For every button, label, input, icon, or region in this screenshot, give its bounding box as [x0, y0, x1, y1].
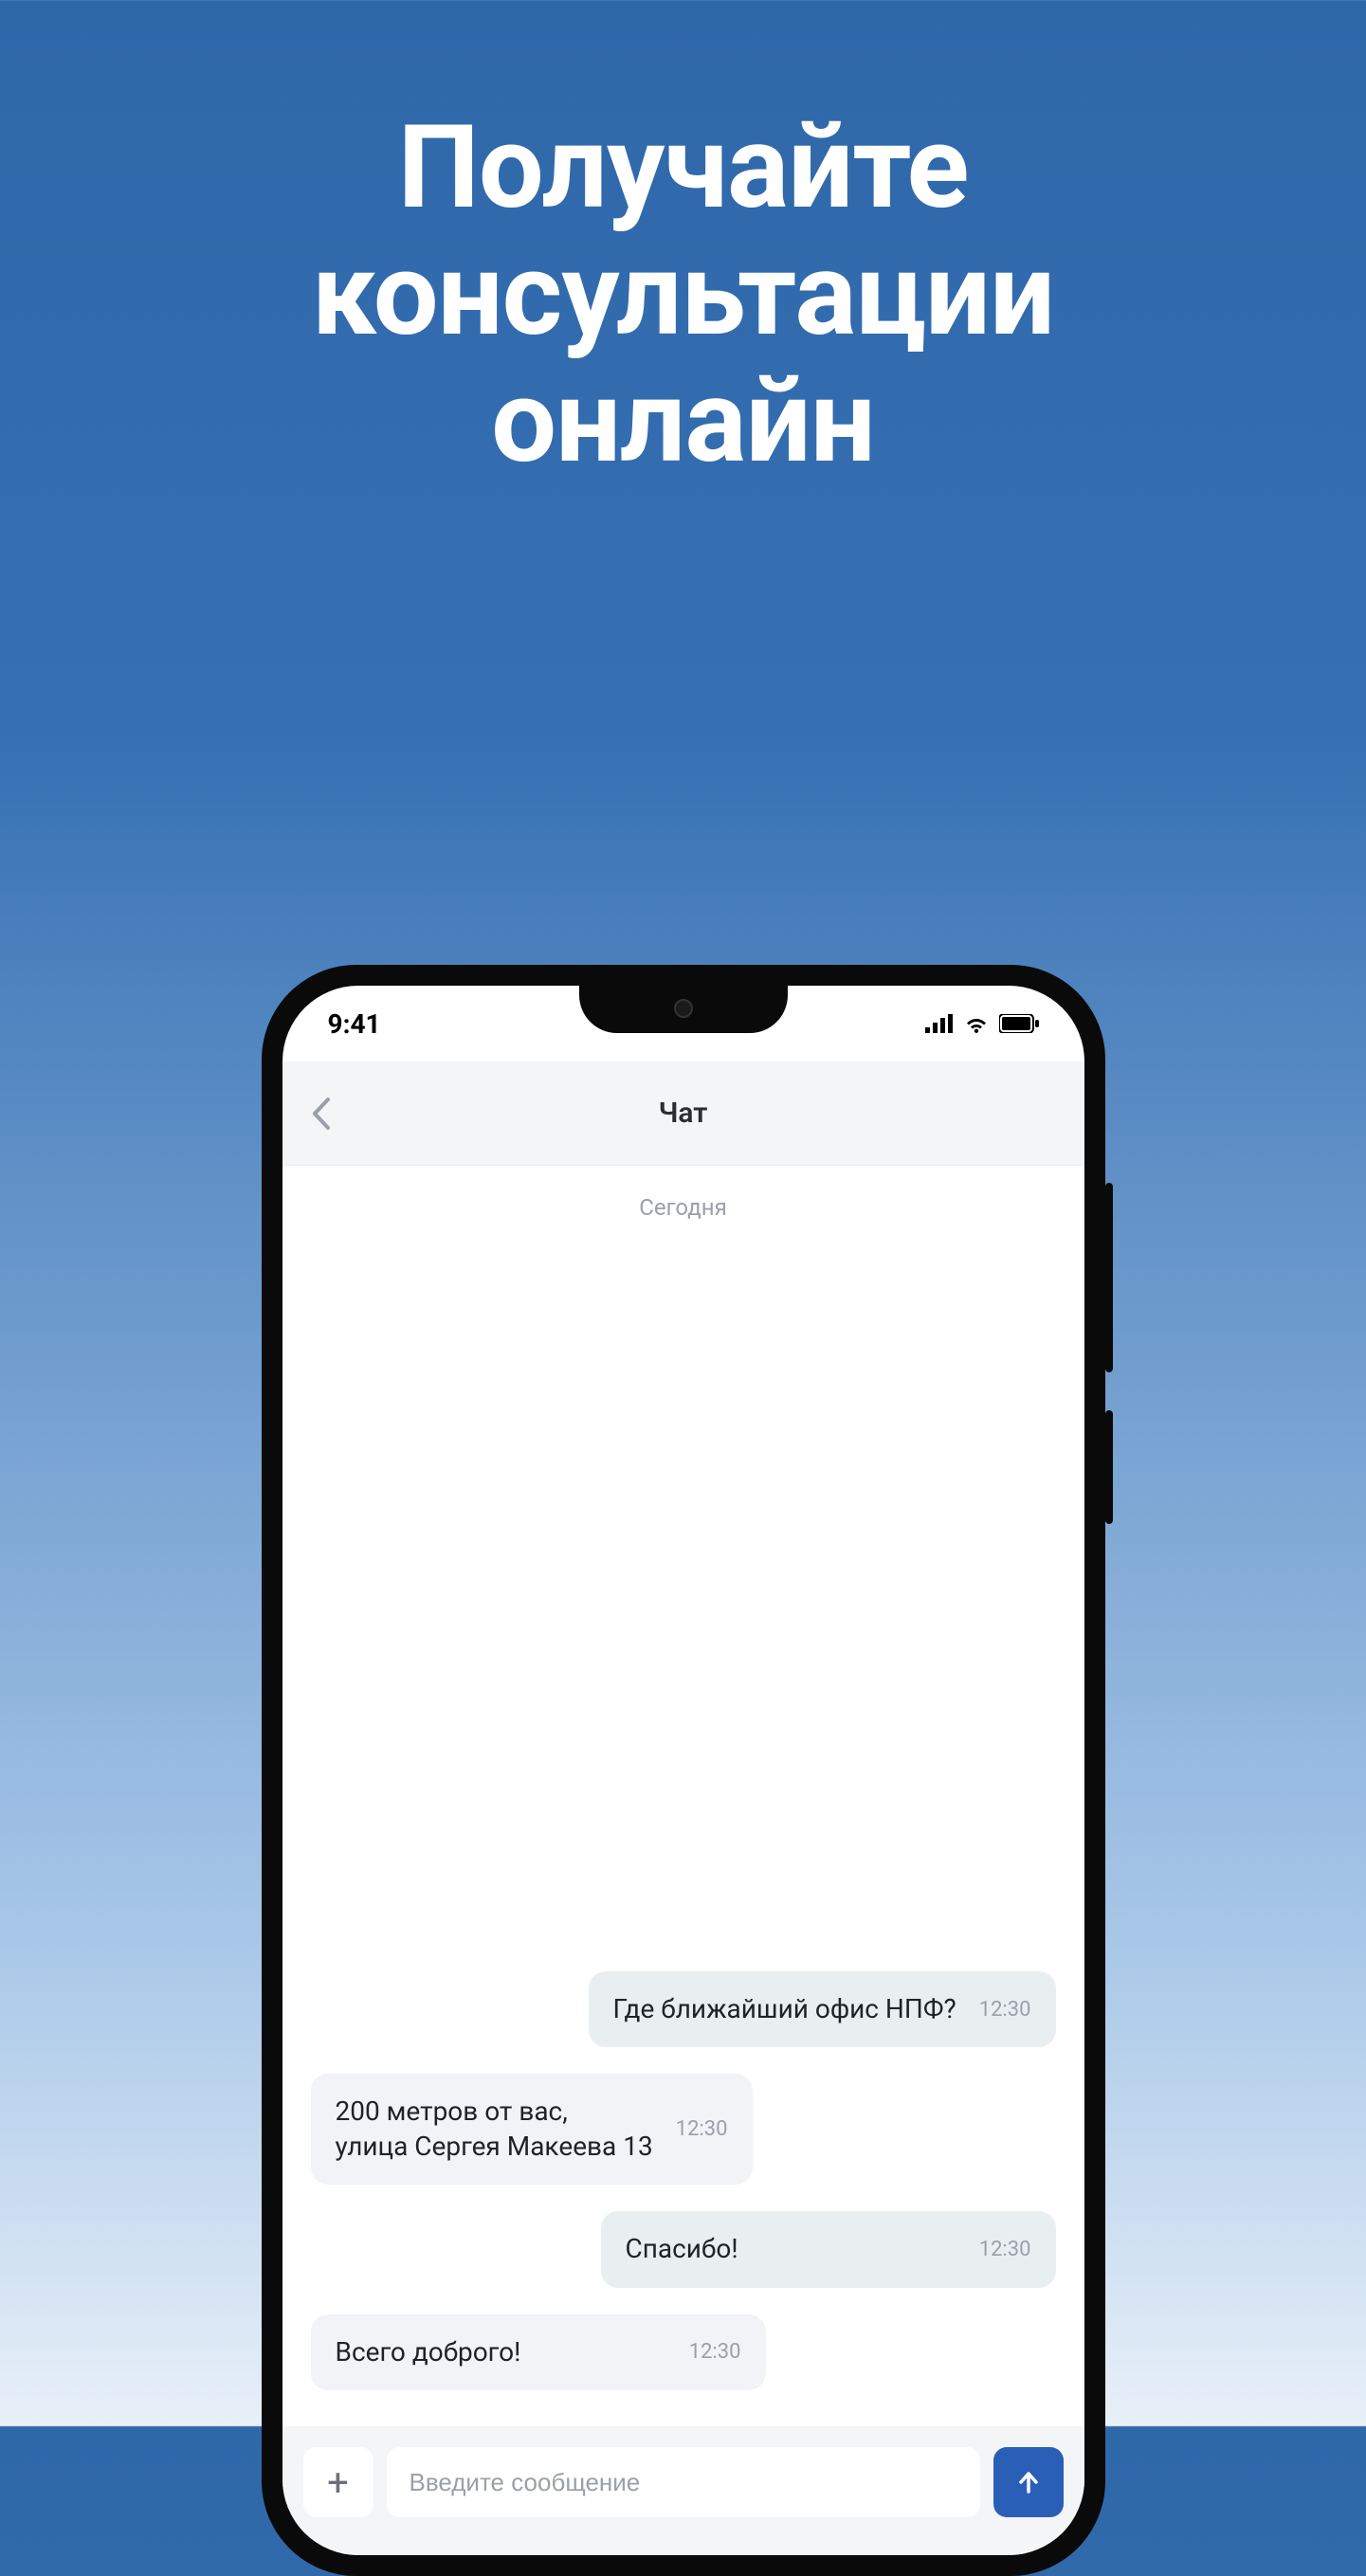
message-row: 200 метров от вас, улица Сергея Макеева … [311, 2074, 1056, 2185]
chevron-left-icon [311, 1098, 332, 1130]
wifi-icon [963, 1014, 990, 1033]
phone-side-button [1105, 1183, 1113, 1372]
arrow-up-icon [1015, 2469, 1042, 2495]
phone-frame: 9:41 Чат Сегодня Где ближайший офис НПФ?… [262, 965, 1105, 2576]
status-indicators [925, 1014, 1039, 1033]
chat-header: Чат [282, 1061, 1084, 1166]
message-bubble-outgoing[interactable]: Где ближайший офис НПФ? 12:30 [589, 1971, 1056, 2047]
message-bubble-incoming[interactable]: 200 метров от вас, улица Сергея Макеева … [311, 2074, 753, 2185]
message-time: 12:30 [979, 1998, 1031, 2022]
battery-icon [999, 1014, 1039, 1033]
message-row: Где ближайший офис НПФ? 12:30 [311, 1971, 1056, 2047]
message-bubble-outgoing[interactable]: Спасибо! 12:30 [601, 2211, 1056, 2287]
phone-screen: 9:41 Чат Сегодня Где ближайший офис НПФ?… [282, 986, 1084, 2555]
message-time: 12:30 [689, 2340, 741, 2364]
hero-line-3: онлайн [0, 358, 1366, 485]
hero-line-1: Получайте [0, 104, 1366, 231]
header-title: Чат [282, 1097, 1084, 1130]
message-time: 12:30 [676, 2117, 728, 2141]
chat-body[interactable]: Сегодня Где ближайший офис НПФ? 12:30 20… [282, 1166, 1084, 2426]
message-time: 12:30 [979, 2238, 1031, 2261]
message-bubble-incoming[interactable]: Всего доброго! 12:30 [311, 2314, 766, 2390]
message-text: Всего доброго! [336, 2335, 521, 2369]
message-row: Спасибо! 12:30 [311, 2211, 1056, 2287]
message-input[interactable] [387, 2447, 980, 2517]
plus-icon: + [327, 2460, 349, 2505]
input-bar: + [282, 2426, 1084, 2555]
hero-title: Получайте консультации онлайн [0, 0, 1366, 486]
message-text: 200 метров от вас, улица Сергея Макеева … [336, 2095, 653, 2164]
chat-spacer [311, 1240, 1056, 1971]
status-time: 9:41 [328, 1008, 381, 1040]
camera-icon [674, 999, 693, 1018]
signal-icon [925, 1014, 954, 1033]
phone-side-button-2 [1105, 1410, 1113, 1524]
back-button[interactable] [311, 1098, 332, 1130]
message-text: Спасибо! [626, 2232, 738, 2266]
message-text: Где ближайший офис НПФ? [613, 1992, 956, 2026]
hero-line-2: консультации [0, 231, 1366, 358]
message-row: Всего доброго! 12:30 [311, 2314, 1056, 2390]
date-separator: Сегодня [311, 1194, 1056, 1221]
send-button[interactable] [993, 2447, 1064, 2517]
attach-button[interactable]: + [303, 2447, 373, 2517]
phone-notch [579, 986, 788, 1033]
